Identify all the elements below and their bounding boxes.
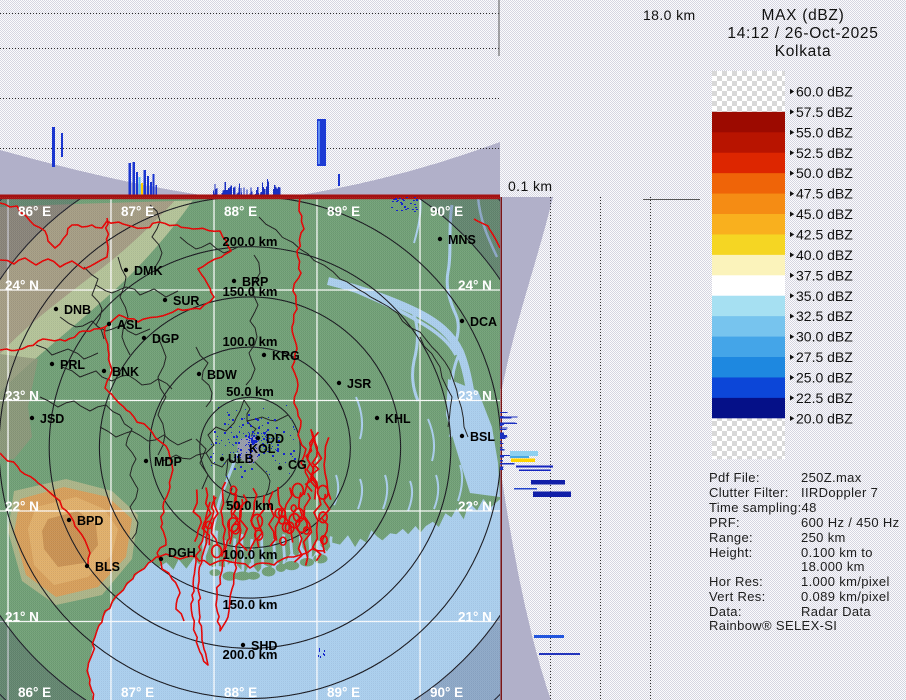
svg-text:25.0 dBZ: 25.0 dBZ xyxy=(796,370,853,386)
svg-text:60.0 dBZ: 60.0 dBZ xyxy=(796,84,853,100)
svg-text:100.0 km: 100.0 km xyxy=(223,547,278,562)
svg-text:47.5 dBZ: 47.5 dBZ xyxy=(796,186,853,202)
svg-text:SHD: SHD xyxy=(251,639,277,653)
svg-text:BRP: BRP xyxy=(242,275,268,289)
svg-text:SUR: SUR xyxy=(173,294,199,308)
svg-text:50.0 dBZ: 50.0 dBZ xyxy=(796,165,853,181)
svg-text:BSL: BSL xyxy=(470,430,495,444)
svg-text:90° E: 90° E xyxy=(430,204,463,219)
svg-text:KHL: KHL xyxy=(385,412,411,426)
svg-text:21° N: 21° N xyxy=(5,610,39,625)
svg-text:DGP: DGP xyxy=(152,332,179,346)
svg-text:22.5 dBZ: 22.5 dBZ xyxy=(796,390,853,406)
svg-text:23° N: 23° N xyxy=(5,389,39,404)
svg-text:20.0 dBZ: 20.0 dBZ xyxy=(796,410,853,426)
svg-text:87° E: 87° E xyxy=(121,204,154,219)
svg-text:21° N: 21° N xyxy=(458,610,492,625)
svg-text:88° E: 88° E xyxy=(224,685,257,700)
svg-text:MDP: MDP xyxy=(154,455,182,469)
svg-text:86° E: 86° E xyxy=(18,685,51,700)
svg-text:DCA: DCA xyxy=(470,315,497,329)
svg-text:30.0 dBZ: 30.0 dBZ xyxy=(796,329,853,345)
svg-text:DGH: DGH xyxy=(168,546,196,560)
svg-text:ULB: ULB xyxy=(228,452,254,466)
svg-text:100.0 km: 100.0 km xyxy=(223,334,278,349)
svg-text:BDW: BDW xyxy=(207,368,237,382)
svg-text:DMK: DMK xyxy=(134,264,162,278)
svg-text:50.0 km: 50.0 km xyxy=(226,498,274,513)
svg-text:KRG: KRG xyxy=(272,349,300,363)
svg-text:PRL: PRL xyxy=(60,358,85,372)
svg-text:90° E: 90° E xyxy=(430,685,463,700)
svg-text:22° N: 22° N xyxy=(5,499,39,514)
svg-text:BLS: BLS xyxy=(95,560,120,574)
svg-text:50.0 km: 50.0 km xyxy=(226,384,274,399)
svg-text:32.5 dBZ: 32.5 dBZ xyxy=(796,308,853,324)
svg-text:35.0 dBZ: 35.0 dBZ xyxy=(796,288,853,304)
svg-text:BPD: BPD xyxy=(77,514,103,528)
svg-text:DNB: DNB xyxy=(64,303,91,317)
svg-text:55.0 dBZ: 55.0 dBZ xyxy=(796,124,853,140)
svg-text:JSD: JSD xyxy=(40,412,64,426)
svg-text:MNS: MNS xyxy=(448,233,476,247)
svg-text:57.5 dBZ: 57.5 dBZ xyxy=(796,104,853,120)
svg-text:42.5 dBZ: 42.5 dBZ xyxy=(796,227,853,243)
svg-text:CG: CG xyxy=(288,458,307,472)
svg-text:45.0 dBZ: 45.0 dBZ xyxy=(796,206,853,222)
svg-text:88° E: 88° E xyxy=(224,204,257,219)
svg-text:40.0 dBZ: 40.0 dBZ xyxy=(796,247,853,263)
svg-text:150.0 km: 150.0 km xyxy=(223,597,278,612)
svg-text:52.5 dBZ: 52.5 dBZ xyxy=(796,145,853,161)
svg-text:ASL: ASL xyxy=(117,318,142,332)
svg-text:22° N: 22° N xyxy=(458,499,492,514)
svg-text:24° N: 24° N xyxy=(5,278,39,293)
svg-text:89° E: 89° E xyxy=(327,204,360,219)
svg-text:37.5 dBZ: 37.5 dBZ xyxy=(796,267,853,283)
svg-text:23° N: 23° N xyxy=(458,389,492,404)
svg-text:BNK: BNK xyxy=(112,365,139,379)
svg-text:200.0 km: 200.0 km xyxy=(223,234,278,249)
svg-text:87° E: 87° E xyxy=(121,685,154,700)
svg-text:86° E: 86° E xyxy=(18,204,51,219)
svg-text:89° E: 89° E xyxy=(327,685,360,700)
svg-text:27.5 dBZ: 27.5 dBZ xyxy=(796,349,853,365)
svg-text:24° N: 24° N xyxy=(458,278,492,293)
svg-text:JSR: JSR xyxy=(347,377,371,391)
